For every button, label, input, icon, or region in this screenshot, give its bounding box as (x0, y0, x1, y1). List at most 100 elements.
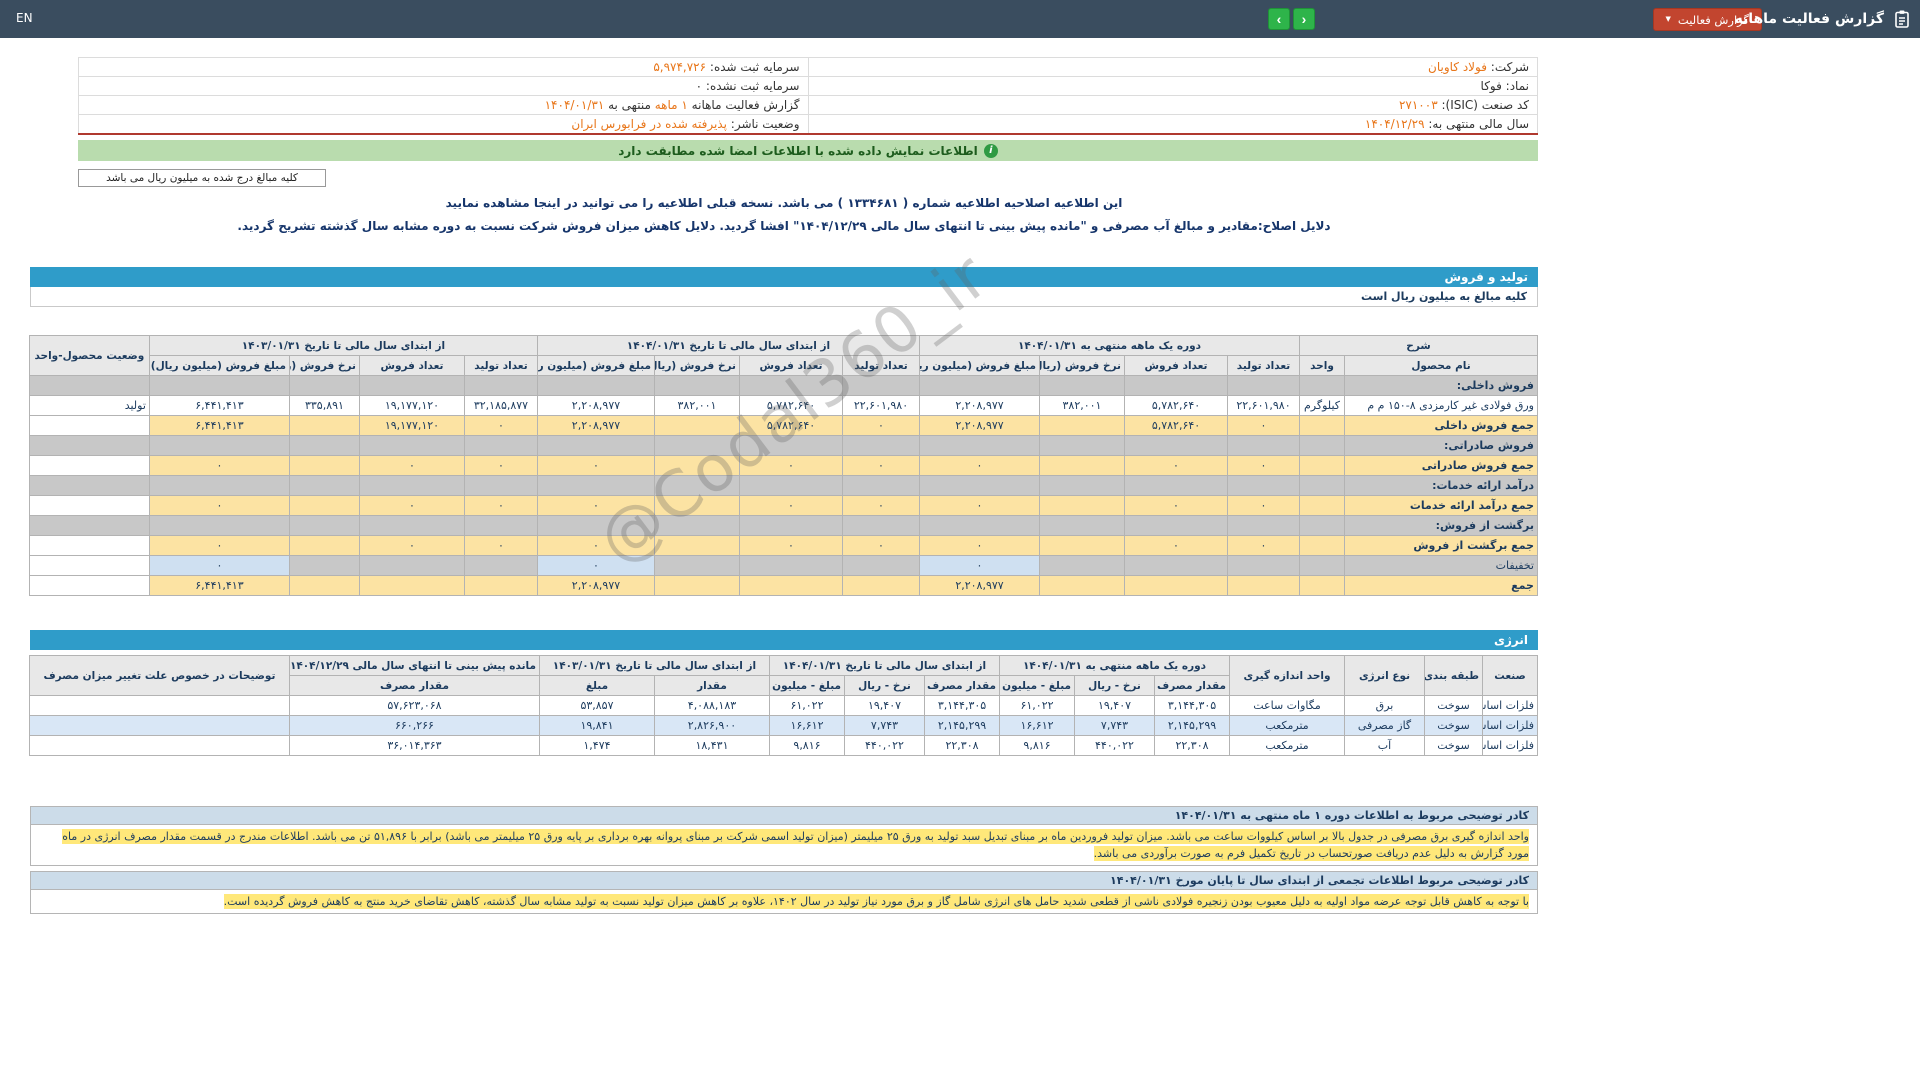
cell: ۳,۱۴۴,۳۰۵ (1155, 696, 1230, 716)
cell (464, 436, 537, 456)
cell: ۴۴۰,۰۲۲ (845, 736, 925, 756)
cell: ۰ (920, 496, 1040, 516)
cell: ۱۶,۶۱۲ (1000, 716, 1075, 736)
cell: گاز مصرفی (1345, 716, 1425, 736)
cell (289, 476, 359, 496)
cell: کیلوگرم (1300, 396, 1345, 416)
cell: ۰ (537, 536, 654, 556)
energy-section: انرژی صنعت طبقه بندی نوع انرژی واحد اندا… (30, 630, 1538, 756)
cell (1125, 436, 1228, 456)
qty-produced-header: تعداد تولید (1228, 356, 1300, 376)
prev-button[interactable]: ‹ (1268, 8, 1290, 30)
cell (149, 516, 289, 536)
cell: درآمد ارائه خدمات: (1345, 476, 1538, 496)
cell: ۳۸۲,۰۰۱ (655, 396, 740, 416)
cell (1040, 436, 1125, 456)
issuer-status-cell: وضعیت ناشر: پذیرفته شده در فرابورس ایران (79, 115, 809, 135)
cell (464, 476, 537, 496)
cell: ۰ (1228, 536, 1300, 556)
cell: ۳,۱۴۴,۳۰۵ (925, 696, 1000, 716)
unregistered-capital-label: سرمایه ثبت نشده: (706, 79, 800, 93)
section-row-services: درآمد ارائه خدمات: (29, 476, 1537, 496)
sale-amount-header: مبلغ فروش (میلیون ریال) (537, 356, 654, 376)
cell (29, 736, 289, 756)
company-value: فولاد کاویان (1428, 60, 1487, 74)
registered-capital-value: ۵,۹۷۴,۷۲۶ (653, 60, 706, 74)
cell (1040, 556, 1125, 576)
consumption-amount-header: مقدار مصرف (289, 676, 539, 696)
month-note-body: واحد اندازه گیری برق مصرفی در جدول بالا … (30, 825, 1538, 866)
energy-header: انرژی (30, 630, 1538, 650)
cell: برق (1345, 696, 1425, 716)
cumulative-note-text: با توجه به کاهش قابل توجه عرضه مواد اولی… (224, 894, 1529, 909)
cell: مگاوات ساعت (1230, 696, 1345, 716)
cell (655, 476, 740, 496)
qty-sold-header: تعداد فروش (740, 356, 843, 376)
cell: ۱۶,۶۱۲ (769, 716, 844, 736)
topbar: EN ‹ › گزارش فعالیت ▼ گزارش فعالیت ماهان… (0, 0, 1920, 38)
previous-version-link[interactable]: اینجا (534, 196, 561, 210)
cell (289, 556, 359, 576)
cell: ۰ (920, 556, 1040, 576)
cell (740, 436, 843, 456)
cell (655, 456, 740, 476)
report-period-value: ۱ ماهه (655, 98, 688, 112)
signature-match-banner: i اطلاعات نمایش داده شده با اطلاعات امضا… (78, 140, 1538, 161)
forecast-remainder-header: مانده پیش بینی تا انتهای سال مالی ۱۴۰۴/۱… (289, 656, 539, 676)
cell: ۵,۷۸۲,۶۴۰ (740, 396, 843, 416)
ytd-period-header: از ابتدای سال مالی تا تاریخ ۱۴۰۴/۰۱/۳۱ (769, 656, 999, 676)
amendment-text-b: مشاهده نمایید (446, 196, 530, 210)
report-period-label: گزارش فعالیت ماهانه (692, 98, 800, 112)
cell: جمع فروش صادراتی (1345, 456, 1538, 476)
cell: ۲۲,۳۰۸ (1155, 736, 1230, 756)
cell: ۰ (740, 496, 843, 516)
company-label: شرکت: (1491, 60, 1529, 74)
fiscal-year-value: ۱۴۰۴/۱۲/۲۹ (1365, 117, 1425, 131)
cell: ۲,۱۴۵,۲۹۹ (1155, 716, 1230, 736)
cell: ۱۹,۱۷۷,۱۲۰ (359, 396, 464, 416)
issuer-status-value: پذیرفته شده در فرابورس ایران (571, 117, 727, 131)
cell: ۰ (464, 496, 537, 516)
cell: ۰ (537, 456, 654, 476)
cell: ۶,۴۴۱,۴۱۳ (149, 576, 289, 596)
cell: ۰ (359, 536, 464, 556)
cell: ۰ (843, 416, 920, 436)
cell (1040, 476, 1125, 496)
section-row-export: فروش صادراتی: (29, 436, 1537, 456)
cell: ۶۱,۰۲۲ (769, 696, 844, 716)
cell: ۲,۲۰۸,۹۷۷ (537, 416, 654, 436)
info-row-isic: کد صنعت (ISIC): ۲۷۱۰۰۳ گزارش فعالیت ماها… (79, 96, 1538, 115)
cell: فلزات اساسی (1483, 736, 1538, 756)
cell (655, 576, 740, 596)
language-toggle[interactable]: EN (16, 11, 33, 25)
month-note-text: واحد اندازه گیری برق مصرفی در جدول بالا … (62, 829, 1529, 861)
cell (464, 556, 537, 576)
cumulative-note-body: با توجه به کاهش قابل توجه عرضه مواد اولی… (30, 890, 1538, 914)
cell (1300, 556, 1345, 576)
report-period-mid: منتهی به (608, 98, 651, 112)
month-period-header: دوره یک ماهه منتهی به ۱۴۰۴/۰۱/۳۱ (920, 336, 1300, 356)
product-name-header: نام محصول (1345, 356, 1538, 376)
cell: ۹,۸۱۶ (1000, 736, 1075, 756)
cell: ۲,۲۰۸,۹۷۷ (537, 396, 654, 416)
energy-type-header: نوع انرژی (1345, 656, 1425, 696)
cell (655, 416, 740, 436)
cell (149, 376, 289, 396)
banner-text: اطلاعات نمایش داده شده با اطلاعات امضا ش… (618, 144, 978, 158)
cell (843, 556, 920, 576)
total-export-row: جمع فروش صادراتی ۰ ۰ ۰ ۰ ۰ ۰ ۰ ۰ ۰ (29, 456, 1537, 476)
cell: ۲,۲۰۸,۹۷۷ (920, 396, 1040, 416)
rate-header: نرخ - ریال (845, 676, 925, 696)
cell (537, 376, 654, 396)
cell (1300, 496, 1345, 516)
product-status-header: وضعیت محصول-واحد (29, 336, 149, 376)
cell (1125, 476, 1228, 496)
next-button[interactable]: › (1293, 8, 1315, 30)
cell (1300, 516, 1345, 536)
cell: ۵,۷۸۲,۶۴۰ (1125, 396, 1228, 416)
cell (29, 456, 149, 476)
cell: ۳۶,۰۱۴,۳۶۳ (289, 736, 539, 756)
cell: ۱۹,۴۰۷ (1075, 696, 1155, 716)
cell: فروش صادراتی: (1345, 436, 1538, 456)
cell (359, 576, 464, 596)
